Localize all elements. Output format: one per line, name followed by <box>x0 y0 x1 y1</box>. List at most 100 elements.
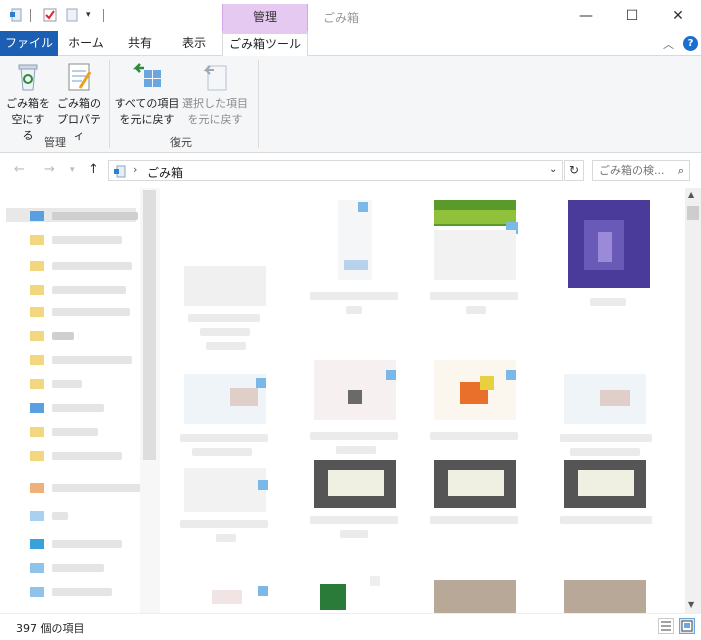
context-tab-manage: 管理 <box>222 4 308 31</box>
restore-selected-label-line2: を元に戻す <box>187 113 243 126</box>
large-icons-view-icon[interactable] <box>679 618 695 634</box>
folder-icon <box>30 379 44 389</box>
folder-icon <box>30 211 44 221</box>
tab-file[interactable]: ファイル <box>0 31 58 56</box>
search-input[interactable] <box>593 161 671 180</box>
nav-item[interactable] <box>30 426 98 438</box>
folder-icon <box>30 307 44 317</box>
navigation-pane[interactable] <box>0 188 160 613</box>
status-bar: 397 個の項目 <box>0 613 701 640</box>
ribbon-group-divider <box>258 60 259 148</box>
search-icon[interactable]: ⌕ <box>678 164 684 178</box>
content-scrollbar-thumb[interactable] <box>687 206 699 220</box>
customize-quick-access-icon[interactable]: ▾ <box>86 8 100 22</box>
quick-access-separator <box>30 9 31 22</box>
shortcut-overlay-icon <box>256 378 266 388</box>
folder-icon <box>30 403 44 413</box>
address-bar[interactable]: › ごみ箱 ⌄ <box>108 160 563 181</box>
window-title: ごみ箱 <box>323 11 360 25</box>
ribbon: ごみ箱を 空にする ごみ箱の プロパティ 管理 すべての項目 を元に戻す 選択し… <box>0 56 701 153</box>
nav-pane-scrollbar-thumb[interactable] <box>143 190 156 460</box>
tab-home[interactable]: ホーム <box>62 31 110 56</box>
help-icon[interactable]: ? <box>683 36 698 51</box>
ribbon-tab-row: ファイル ホーム 共有 表示 ごみ箱ツール ︿ ? <box>0 31 701 57</box>
recycle-bin-properties-button[interactable]: ごみ箱の プロパティ <box>54 60 104 144</box>
recycle-bin-app-icon <box>9 8 23 22</box>
breadcrumb-recycle-bin[interactable]: ごみ箱 <box>147 164 183 181</box>
breadcrumb-chevron-icon[interactable]: › <box>133 163 137 176</box>
recent-locations-icon[interactable]: ▾ <box>70 165 75 175</box>
new-folder-quick-icon[interactable] <box>65 8 79 22</box>
folder-icon <box>30 331 44 341</box>
folder-icon <box>30 285 44 295</box>
refresh-button[interactable]: ↻ <box>564 160 584 181</box>
group-label-restore: 復元 <box>170 136 192 149</box>
chevron-up-icon[interactable]: ︿ <box>663 36 674 52</box>
tab-recycle-bin-tools[interactable]: ごみ箱ツール <box>222 31 308 57</box>
nav-item[interactable] <box>30 538 122 550</box>
ribbon-group-divider <box>109 60 110 148</box>
file-thumbnail <box>320 584 346 610</box>
shortcut-overlay-icon <box>258 480 268 490</box>
nav-item[interactable] <box>30 210 138 222</box>
folder-icon <box>30 587 44 597</box>
up-arrow-icon[interactable]: ↑ <box>88 162 99 177</box>
scroll-up-icon[interactable]: ▲ <box>688 190 694 199</box>
forward-arrow-icon[interactable]: → <box>44 162 55 177</box>
address-dropdown-icon[interactable]: ⌄ <box>549 164 557 175</box>
nav-item[interactable] <box>30 284 126 296</box>
empty-label-line1: ごみ箱を <box>6 97 50 110</box>
shortcut-overlay-icon <box>506 370 516 380</box>
item-count: 397 個の項目 <box>16 622 85 635</box>
folder-icon <box>30 451 44 461</box>
scroll-down-icon[interactable]: ▼ <box>688 600 694 609</box>
back-arrow-icon[interactable]: ← <box>14 162 25 177</box>
nav-item[interactable] <box>30 234 122 246</box>
search-box[interactable]: ⌕ <box>592 160 690 181</box>
folder-icon <box>30 235 44 245</box>
file-thumbnail <box>434 580 516 613</box>
properties-icon <box>62 60 96 94</box>
folder-icon <box>30 563 44 573</box>
recycle-bin-icon <box>11 60 45 94</box>
group-label-manage: 管理 <box>44 136 66 149</box>
shortcut-overlay-icon <box>258 586 268 596</box>
maximize-icon: ☐ <box>625 7 639 24</box>
file-thumbnail <box>212 590 242 604</box>
folder-icon <box>30 355 44 365</box>
nav-item[interactable] <box>30 482 142 494</box>
nav-item[interactable] <box>30 586 112 598</box>
close-button[interactable]: ✕ <box>655 0 701 31</box>
tab-share[interactable]: 共有 <box>116 31 164 56</box>
nav-item[interactable] <box>30 330 74 342</box>
content-scrollbar[interactable] <box>685 188 701 613</box>
folder-icon <box>30 511 44 521</box>
folder-icon <box>30 483 44 493</box>
nav-item[interactable] <box>30 378 82 390</box>
restore-selected-items-button[interactable]: 選択した項目 を元に戻す <box>182 60 248 128</box>
restore-all-label-line1: すべての項目 <box>114 97 180 110</box>
restore-all-items-button[interactable]: すべての項目 を元に戻す <box>114 60 180 128</box>
nav-item[interactable] <box>30 306 130 318</box>
folder-icon <box>30 261 44 271</box>
recycle-bin-small-icon <box>113 164 127 181</box>
details-view-icon[interactable] <box>658 618 674 634</box>
maximize-button[interactable]: ☐ <box>609 0 655 31</box>
file-list[interactable] <box>160 188 685 613</box>
shortcut-overlay-icon <box>358 202 368 212</box>
restore-all-label-line2: を元に戻す <box>119 113 175 126</box>
nav-item[interactable] <box>30 510 68 522</box>
properties-quick-icon[interactable] <box>43 8 57 22</box>
nav-item[interactable] <box>30 260 132 272</box>
restore-all-icon <box>130 60 164 94</box>
empty-recycle-bin-button[interactable]: ごみ箱を 空にする <box>6 60 50 144</box>
minimize-button[interactable]: — <box>563 0 609 31</box>
nav-item[interactable] <box>30 354 132 366</box>
restore-selected-icon <box>198 60 232 94</box>
close-icon: ✕ <box>672 7 684 24</box>
file-thumbnail <box>184 468 266 512</box>
nav-item[interactable] <box>30 450 122 462</box>
nav-item[interactable] <box>30 402 104 414</box>
tab-view[interactable]: 表示 <box>170 31 218 56</box>
nav-item[interactable] <box>30 562 104 574</box>
